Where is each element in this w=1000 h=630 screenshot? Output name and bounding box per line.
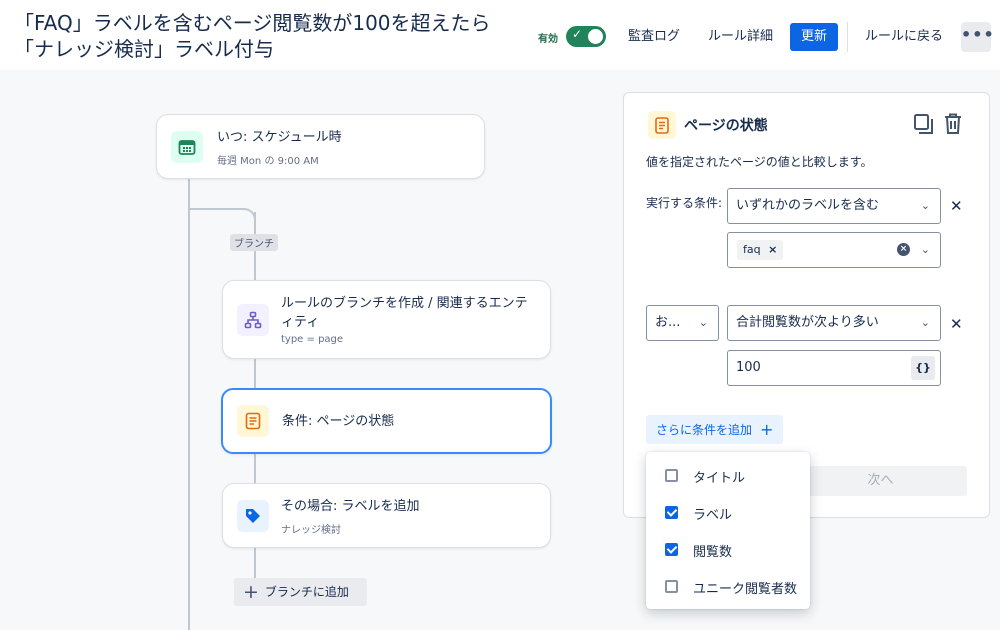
checkbox[interactable] xyxy=(665,469,678,482)
branch-connector-curve xyxy=(238,208,256,224)
header-bar: 「FAQ」ラベルを含むページ閲覧数が100を超えたら「ナレッジ検討」ラベル付与 … xyxy=(0,0,1000,70)
trigger-title: いつ: スケジュール時 xyxy=(217,130,342,145)
menu-item-label: 閲覧数 xyxy=(693,545,733,560)
branch-title: ルールのブランチを作成 / 関連するエンティティ xyxy=(281,296,528,330)
back-to-rules-button[interactable]: ルールに戻る xyxy=(857,23,951,51)
next-button[interactable]: 次へ xyxy=(794,466,967,496)
checkbox[interactable] xyxy=(665,580,678,593)
condition-select-value: いずれかのラベルを含む xyxy=(736,198,880,213)
condition-select[interactable]: いずれかのラベルを含む ⌄ xyxy=(727,188,941,224)
trigger-card[interactable]: いつ: スケジュール時 毎週 Mon の 9:00 AM xyxy=(156,114,485,179)
clear-icon[interactable]: × xyxy=(897,243,910,256)
add-condition-label: さらに条件を追加 xyxy=(656,423,753,437)
more-actions-button[interactable]: ••• xyxy=(961,22,994,52)
value-input-text: 100 xyxy=(736,360,761,375)
rule-details-button[interactable]: ルール詳細 xyxy=(700,23,781,51)
action-subtitle: ナレッジ検討 xyxy=(281,525,341,536)
trigger-subtitle: 毎週 Mon の 9:00 AM xyxy=(217,156,319,167)
operator-select[interactable]: お... ⌄ xyxy=(646,305,719,341)
checkbox-checked[interactable] xyxy=(665,543,678,556)
panel-title: ページの状態 xyxy=(684,118,768,134)
menu-item-unique-viewers[interactable]: ユニーク閲覧者数 xyxy=(646,568,810,605)
hierarchy-icon xyxy=(237,304,269,336)
condition-label: 実行する条件: xyxy=(646,196,723,210)
branch-card[interactable]: ルールのブランチを作成 / 関連するエンティティ type = page xyxy=(222,280,551,359)
branch-tag: ブランチ xyxy=(230,234,278,251)
tag-icon xyxy=(237,500,269,532)
header-divider xyxy=(847,22,848,52)
label-chip: faq × xyxy=(737,240,784,260)
enabled-toggle[interactable]: ✓ xyxy=(566,26,606,47)
menu-item-label: タイトル xyxy=(693,471,746,486)
label-multiselect[interactable]: faq × × ⌄ xyxy=(727,232,941,268)
add-to-branch-label: ブランチに追加 xyxy=(264,585,349,599)
plus-icon: + xyxy=(243,581,259,603)
toggle-knob xyxy=(588,29,603,44)
audit-log-button[interactable]: 監査ログ xyxy=(620,23,688,51)
label-chip-text: faq xyxy=(743,243,761,256)
chevron-down-icon: ⌄ xyxy=(920,199,930,212)
calendar-icon xyxy=(171,131,203,163)
action-card[interactable]: その場合: ラベルを追加 ナレッジ検討 xyxy=(222,483,551,548)
condition-options-menu: タイトル ラベル 閲覧数 ユニーク閲覧者数 xyxy=(646,452,810,609)
chip-remove-icon[interactable]: × xyxy=(768,243,777,256)
plus-icon: + xyxy=(760,420,774,439)
smart-value-button[interactable]: {} xyxy=(911,356,935,380)
menu-item-label: ユニーク閲覧者数 xyxy=(693,582,798,597)
compare-select-value: 合計閲覧数が次より多い xyxy=(736,315,879,330)
add-condition-button[interactable]: さらに条件を追加 + xyxy=(646,415,784,444)
main-connector xyxy=(188,178,190,630)
condition-title: 条件: ページの状態 xyxy=(282,414,395,429)
remove-condition-1-icon[interactable]: ✕ xyxy=(950,197,963,215)
menu-item-title[interactable]: タイトル xyxy=(646,457,810,494)
panel-description: 値を指定されたページの値と比較します。 xyxy=(646,155,873,169)
copy-icon[interactable] xyxy=(913,113,935,139)
condition-card[interactable]: 条件: ページの状態 xyxy=(221,388,552,454)
toggle-check-icon: ✓ xyxy=(572,27,583,41)
document-icon xyxy=(237,405,269,437)
remove-condition-2-icon[interactable]: ✕ xyxy=(950,315,963,333)
status-label: 有効 xyxy=(538,34,558,45)
chevron-down-icon: ⌄ xyxy=(698,316,708,329)
menu-item-label[interactable]: ラベル xyxy=(646,494,810,531)
add-to-branch-button[interactable]: + ブランチに追加 xyxy=(234,578,367,606)
compare-select[interactable]: 合計閲覧数が次より多い ⌄ xyxy=(727,305,941,341)
operator-select-value: お... xyxy=(655,315,681,330)
action-title: その場合: ラベルを追加 xyxy=(281,499,420,514)
value-input[interactable]: 100 {} xyxy=(727,350,941,386)
branch-connector-h xyxy=(188,208,240,210)
trash-icon[interactable] xyxy=(942,112,964,139)
branch-subtitle: type = page xyxy=(281,334,344,345)
rule-title: 「FAQ」ラベルを含むページ閲覧数が100を超えたら「ナレッジ検討」ラベル付与 xyxy=(14,11,491,61)
document-icon xyxy=(648,111,676,139)
checkbox-checked[interactable] xyxy=(665,506,678,519)
chevron-down-icon: ⌄ xyxy=(920,316,930,329)
menu-item-views[interactable]: 閲覧数 xyxy=(646,531,810,568)
update-button[interactable]: 更新 xyxy=(790,23,839,51)
menu-item-label: ラベル xyxy=(693,508,733,523)
chevron-down-icon: ⌄ xyxy=(920,243,930,256)
